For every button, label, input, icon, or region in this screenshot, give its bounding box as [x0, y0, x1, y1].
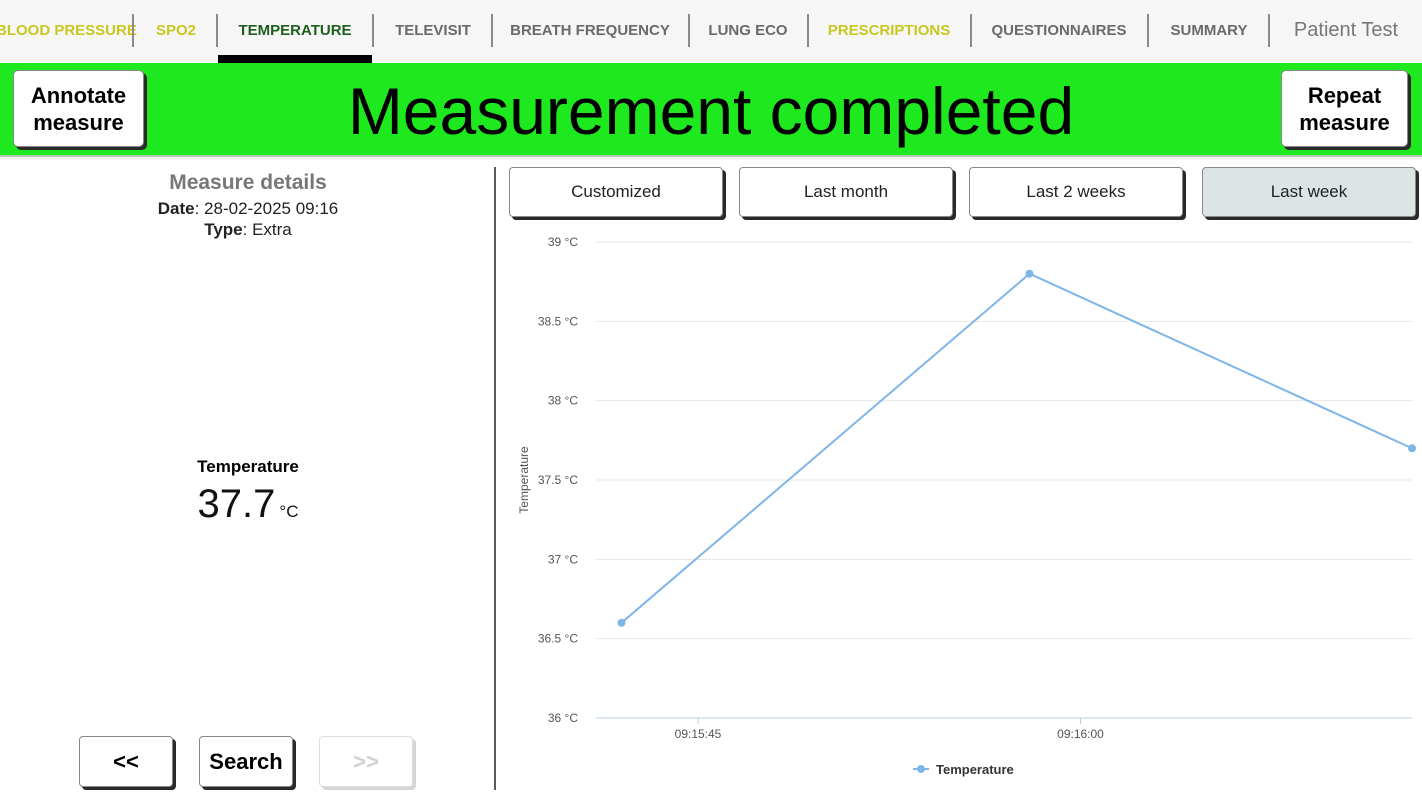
y-axis-label: Temperature [517, 446, 531, 514]
annotate-label-line-2: measure [33, 109, 124, 135]
tab-label: QUESTIONNAIRES [991, 22, 1127, 39]
tab-blood-pressure[interactable]: BLOOD PRESSURE [0, 0, 137, 62]
tab-temperature[interactable]: TEMPERATURE [218, 0, 372, 63]
x-tick-label: 09:15:45 [675, 727, 722, 741]
y-tick-label: 37.5 °C [538, 473, 578, 487]
repeat-measure-button[interactable]: Repeat measure [1281, 70, 1408, 147]
tab-separator [372, 14, 374, 47]
tab-breath-frequency[interactable]: BREATH FREQUENCY [495, 0, 685, 62]
next-measure-button[interactable]: >> [319, 736, 413, 787]
y-tick-label: 37 °C [548, 552, 578, 566]
y-tick-label: 38.5 °C [538, 314, 578, 328]
y-tick-label: 36.5 °C [538, 632, 578, 646]
measure-type: Type: Extra [0, 220, 496, 240]
panel-divider [494, 167, 496, 790]
repeat-label-line-1: Repeat [1307, 82, 1382, 108]
temperature-chart: 36 °C 36.5 °C 37 °C 37.5 °C 38 °C 38.5 °C 39 °… [517, 235, 1416, 777]
metric-label: Temperature [197, 457, 299, 476]
measure-date: Date: 28-02-2025 09:16 [0, 199, 496, 219]
tab-questionnaires[interactable]: QUESTIONNAIRES [974, 0, 1144, 62]
banner-title: Measurement completed [347, 74, 1075, 148]
date-label: Date [157, 199, 195, 218]
date-value: : 28-02-2025 09:16 [194, 199, 339, 218]
metric-unit: °C [279, 502, 299, 521]
legend-label: Temperature [936, 762, 1014, 777]
annotate-label-line-1: Annotate [30, 82, 127, 108]
tab-label: TEMPERATURE [238, 22, 352, 39]
repeat-label-line-2: measure [1299, 109, 1390, 135]
tab-label: TELEVISIT [395, 22, 471, 39]
patient-name: Patient Test [1293, 19, 1399, 41]
tab-label: BLOOD PRESSURE [0, 22, 137, 39]
range-customized-button[interactable]: Customized [509, 167, 723, 217]
tab-separator [970, 14, 972, 47]
metric-reading: 37.7 °C [0, 482, 496, 527]
type-label: Type [204, 220, 243, 239]
repeat-measure-label: Repeat measure [1299, 82, 1390, 136]
tab-summary[interactable]: SUMMARY [1151, 0, 1267, 62]
annotate-measure-button[interactable]: Annotate measure [13, 70, 144, 147]
tab-label: LUNG ECO [708, 22, 788, 39]
tab-separator [132, 14, 134, 47]
series-line [620, 272, 1413, 624]
active-tab-indicator [218, 55, 372, 63]
y-tick-label: 38 °C [548, 394, 578, 408]
data-point [1025, 269, 1034, 278]
data-point [1408, 444, 1416, 453]
type-value: : Extra [242, 220, 292, 239]
metric-value: 37.7 [197, 482, 276, 526]
annotate-measure-label: Annotate measure [31, 82, 126, 136]
tab-label: SUMMARY [1170, 22, 1248, 39]
tab-label: SPO2 [155, 22, 197, 39]
tab-televisit[interactable]: TELEVISIT [376, 0, 490, 62]
measure-details-title: Measure details [169, 171, 327, 194]
tab-separator [1147, 14, 1149, 47]
range-last-month-button[interactable]: Last month [739, 167, 953, 217]
tab-separator [491, 14, 493, 47]
y-tick-label: 36 °C [548, 711, 578, 725]
data-point [617, 618, 626, 627]
search-button[interactable]: Search [199, 736, 293, 787]
tab-label: PRESCRIPTIONS [827, 22, 951, 39]
tab-separator [807, 14, 809, 47]
range-last-week-button[interactable]: Last week [1202, 167, 1416, 217]
status-banner: Measurement completed Annotate measure R… [0, 63, 1422, 157]
x-tick-label: 09:16:00 [1057, 727, 1104, 741]
tab-separator [1268, 14, 1270, 47]
tab-bar: BLOOD PRESSURE SPO2 TEMPERATURE TELEVISI… [0, 0, 1422, 63]
tab-prescriptions[interactable]: PRESCRIPTIONS [811, 0, 967, 62]
tab-spo2[interactable]: SPO2 [140, 0, 212, 62]
range-last-2-weeks-button[interactable]: Last 2 weeks [969, 167, 1183, 217]
legend-marker [917, 765, 925, 773]
tab-lung-eco[interactable]: LUNG ECO [692, 0, 804, 62]
tab-label: BREATH FREQUENCY [510, 22, 670, 39]
y-tick-label: 39 °C [548, 235, 578, 249]
previous-measure-button[interactable]: << [79, 736, 173, 787]
tab-separator [688, 14, 690, 47]
